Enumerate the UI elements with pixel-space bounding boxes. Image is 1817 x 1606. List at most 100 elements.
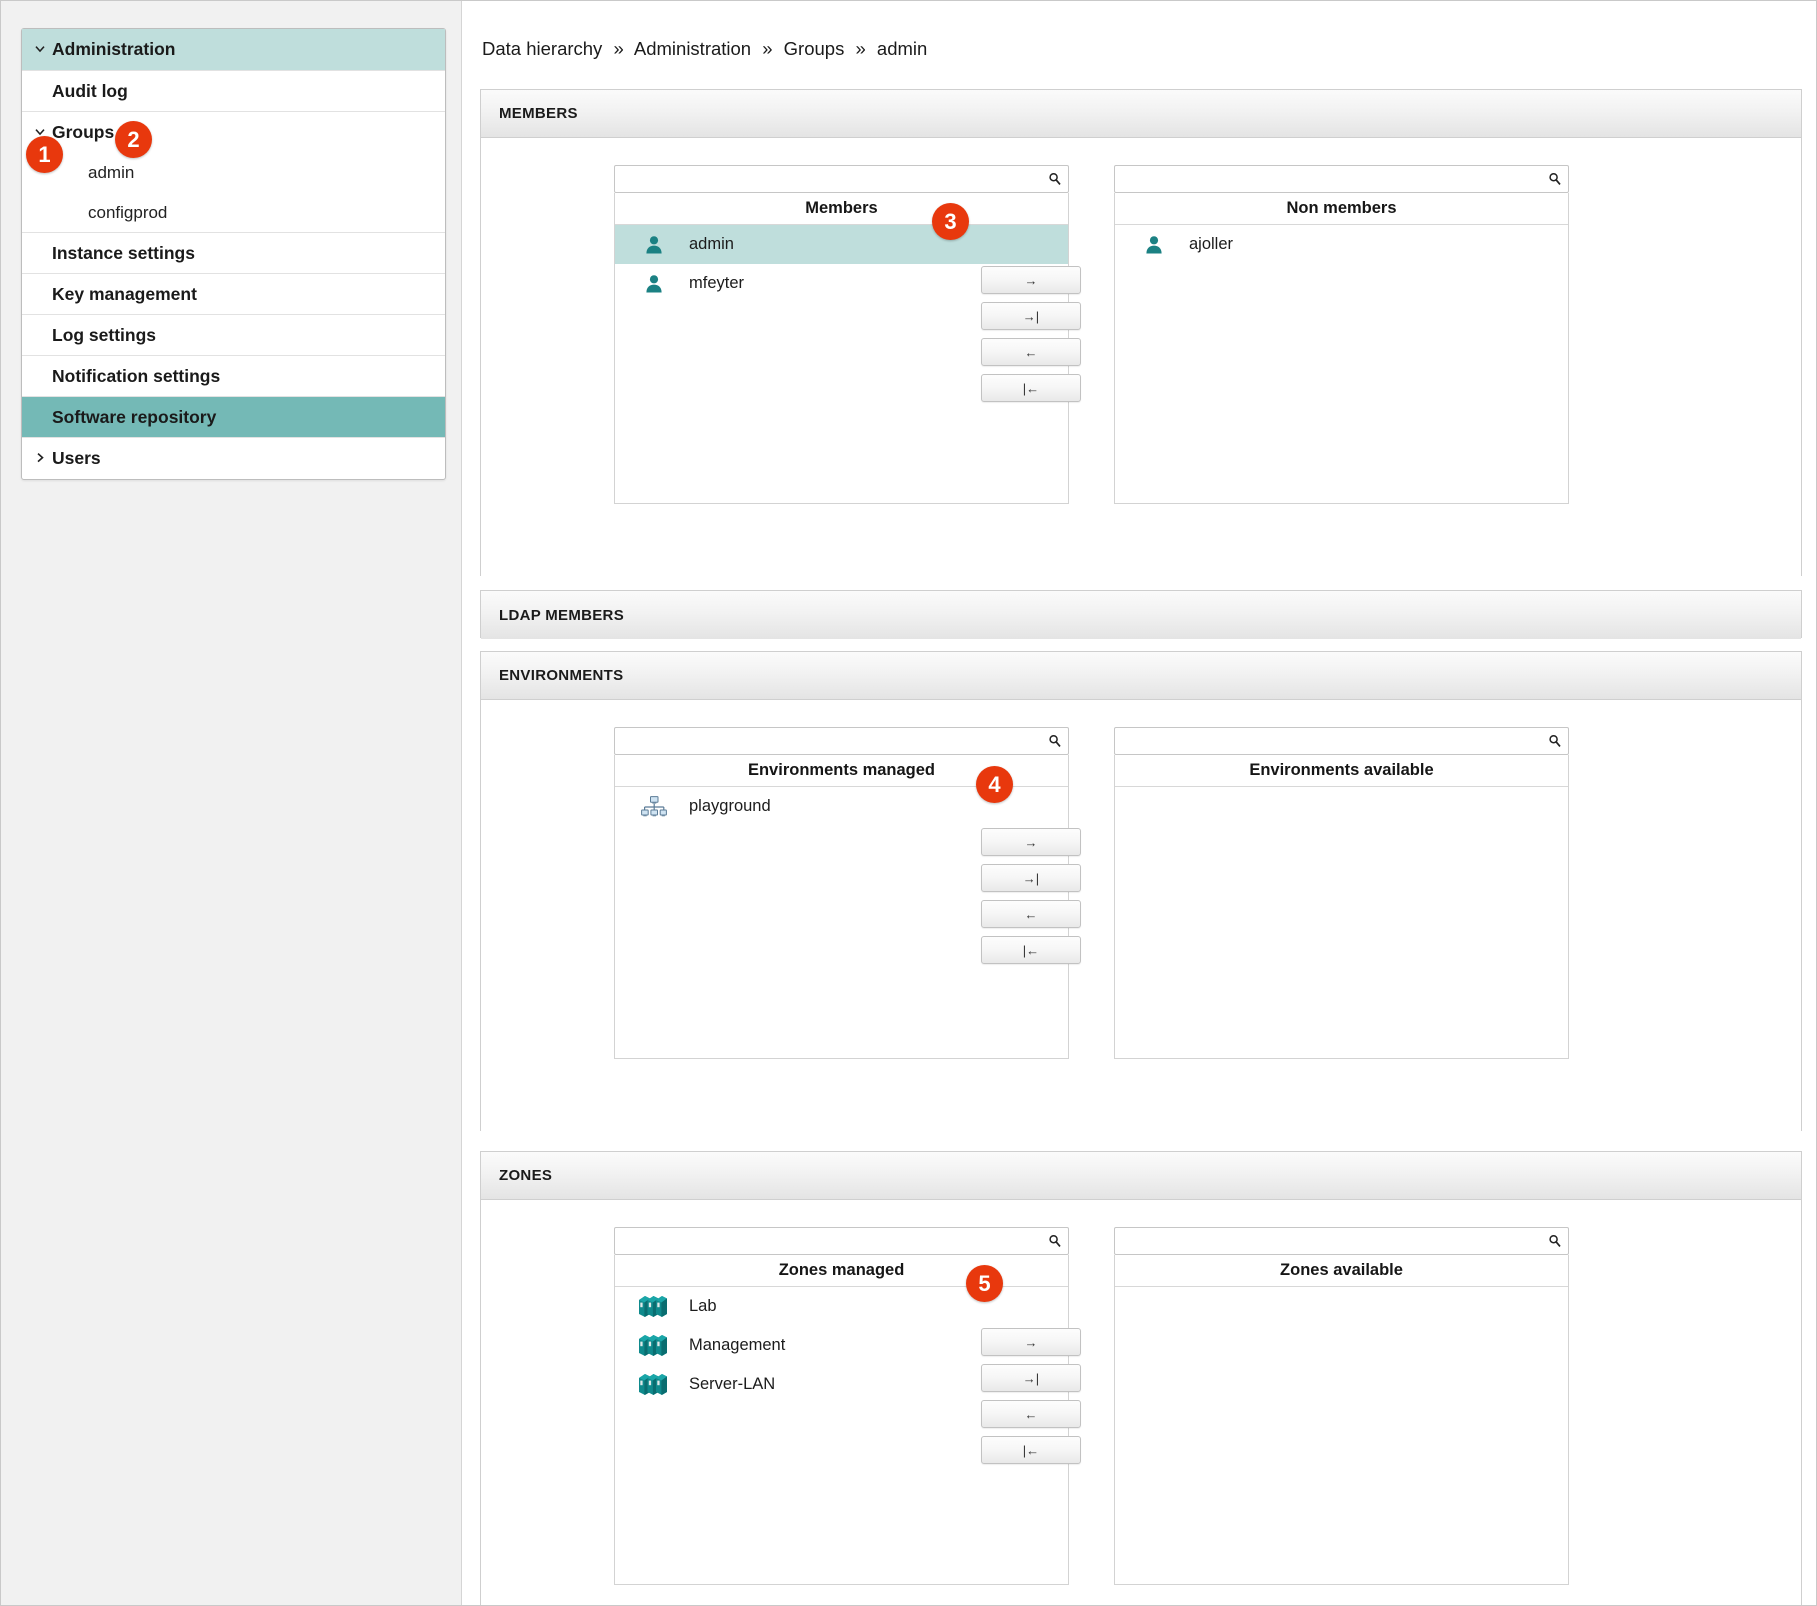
list-title-label: Environments managed [747, 761, 936, 779]
environments-available-search-row[interactable] [1114, 727, 1569, 755]
sidebar-item-label: Log settings [52, 324, 157, 345]
non-members-search-row[interactable] [1114, 165, 1569, 193]
sidebar-item-group-configprod[interactable]: configprod [22, 193, 445, 233]
zones-available-search-input[interactable] [1115, 1228, 1542, 1254]
move-left-button[interactable]: ← [981, 338, 1081, 366]
sidebar-item-label: Users [52, 448, 101, 468]
sidebar-item-key-management[interactable]: Key management [22, 274, 445, 315]
panel-zones-body: Zones managed Lab Management Server-LAN … [481, 1200, 1801, 1605]
breadcrumb-item-data-hierarchy[interactable]: Data hierarchy [482, 38, 602, 59]
panel-environments-header[interactable]: ENVIRONMENTS [481, 652, 1801, 700]
sidebar-item-log-settings[interactable]: Log settings [22, 315, 445, 356]
panel-members-body: Members admin mfeyter → →| ← |← Non memb… [481, 138, 1801, 576]
list-item[interactable]: admin [615, 225, 1068, 264]
app-window: Administration Audit log Groups admin co… [0, 0, 1817, 1606]
breadcrumb-item-administration[interactable]: Administration [634, 38, 751, 59]
button-label: →| [1022, 308, 1040, 324]
move-right-button[interactable]: → [981, 828, 1081, 856]
move-left-button[interactable]: ← [981, 1400, 1081, 1428]
user-icon [633, 274, 675, 293]
sidebar-item-notification-settings[interactable]: Notification settings [22, 356, 445, 397]
list-item-label: Lab [689, 1297, 717, 1315]
button-label: |← [1022, 1442, 1040, 1458]
list-title-label: Zones available [1280, 1261, 1403, 1279]
non-members-list-frame: Non members ajoller [1114, 193, 1569, 504]
move-all-right-button[interactable]: →| [981, 1364, 1081, 1392]
button-label: → [1024, 834, 1038, 850]
breadcrumb-item-groups[interactable]: Groups [784, 38, 845, 59]
sidebar-item-label: Groups [52, 122, 115, 142]
search-icon[interactable] [1547, 733, 1563, 749]
move-all-right-button[interactable]: →| [981, 302, 1081, 330]
sidebar-item-audit-log[interactable]: Audit log [22, 71, 445, 112]
panel-zones: ZONES Zones managed Lab Management Serve… [480, 1151, 1802, 1605]
search-icon[interactable] [1047, 171, 1063, 187]
members-search-row[interactable] [614, 165, 1069, 193]
search-icon[interactable] [1547, 171, 1563, 187]
list-title-label: Non members [1286, 199, 1397, 217]
environments-available-listbox: Environments available [1114, 727, 1569, 1059]
members-list-title: Members [615, 193, 1068, 225]
sidebar-item-instance-settings[interactable]: Instance settings [22, 233, 445, 274]
zones-transfer-buttons: → →| ← |← [981, 1328, 1081, 1464]
panel-title: ENVIRONMENTS [499, 667, 624, 684]
search-icon[interactable] [1047, 733, 1063, 749]
environments-managed-search-row[interactable] [614, 727, 1069, 755]
panel-title: LDAP MEMBERS [499, 606, 624, 624]
panel-ldap-members-header[interactable]: LDAP MEMBERS [481, 591, 1801, 639]
search-icon[interactable] [1547, 1233, 1563, 1249]
sidebar-item-label: Software repository [52, 406, 217, 427]
sidebar-item-administration[interactable]: Administration [22, 29, 445, 71]
zones-managed-search-row[interactable] [614, 1227, 1069, 1255]
zones-available-list-title: Zones available [1115, 1255, 1568, 1287]
zones-available-listbox: Zones available [1114, 1227, 1569, 1585]
button-label: |← [1022, 380, 1040, 396]
callout-badge-1: 1 [26, 136, 63, 173]
environments-available-search-input[interactable] [1115, 728, 1542, 754]
sidebar-item-label: admin [88, 163, 135, 182]
sidebar-item-software-repository[interactable]: Software repository [22, 397, 445, 438]
panel-members: MEMBERS Members admin mfeyter → →| ← |← … [480, 89, 1802, 576]
sidebar-item-label: Instance settings [52, 242, 195, 263]
sidebar-item-group-admin[interactable]: admin [22, 153, 445, 193]
sidebar-item-label: Key management [52, 283, 197, 304]
sidebar-item-label: configprod [88, 202, 168, 222]
non-members-search-input[interactable] [1115, 166, 1542, 192]
sidebar-item-groups[interactable]: Groups [22, 112, 445, 153]
zones-available-search-row[interactable] [1114, 1227, 1569, 1255]
button-label: → [1024, 1334, 1038, 1350]
environments-managed-search-input[interactable] [615, 728, 1042, 754]
panel-zones-header[interactable]: ZONES [481, 1152, 1801, 1200]
members-transfer-buttons: → →| ← |← [981, 266, 1081, 402]
environments-available-list-frame: Environments available [1114, 755, 1569, 1059]
sidebar-item-users[interactable]: Users [22, 438, 445, 479]
button-label: →| [1022, 1370, 1040, 1386]
move-left-button[interactable]: ← [981, 900, 1081, 928]
list-item[interactable]: ajoller [1115, 225, 1568, 264]
move-right-button[interactable]: → [981, 266, 1081, 294]
list-item-label: Server-LAN [689, 1375, 776, 1393]
chevron-right-icon[interactable] [33, 450, 47, 464]
network-icon [633, 795, 675, 818]
zones-managed-search-input[interactable] [615, 1228, 1042, 1254]
move-all-left-button[interactable]: |← [981, 1436, 1081, 1464]
callout-badge-3: 3 [932, 203, 969, 240]
servers-icon [633, 1293, 675, 1320]
servers-icon [633, 1332, 675, 1359]
callout-badge-5: 5 [966, 1265, 1003, 1302]
callout-number: 1 [38, 141, 51, 167]
panel-members-header[interactable]: MEMBERS [481, 90, 1801, 138]
servers-icon [633, 1371, 675, 1398]
chevron-down-icon[interactable] [33, 41, 47, 55]
button-label: →| [1022, 870, 1040, 886]
move-right-button[interactable]: → [981, 1328, 1081, 1356]
search-icon[interactable] [1047, 1233, 1063, 1249]
members-search-input[interactable] [615, 166, 1042, 192]
move-all-left-button[interactable]: |← [981, 936, 1081, 964]
move-all-right-button[interactable]: →| [981, 864, 1081, 892]
sidebar-item-label: Notification settings [52, 365, 221, 386]
zones-available-list-frame: Zones available [1114, 1255, 1569, 1585]
breadcrumb-item-admin[interactable]: admin [877, 38, 927, 59]
move-all-left-button[interactable]: |← [981, 374, 1081, 402]
button-label: |← [1022, 942, 1040, 958]
